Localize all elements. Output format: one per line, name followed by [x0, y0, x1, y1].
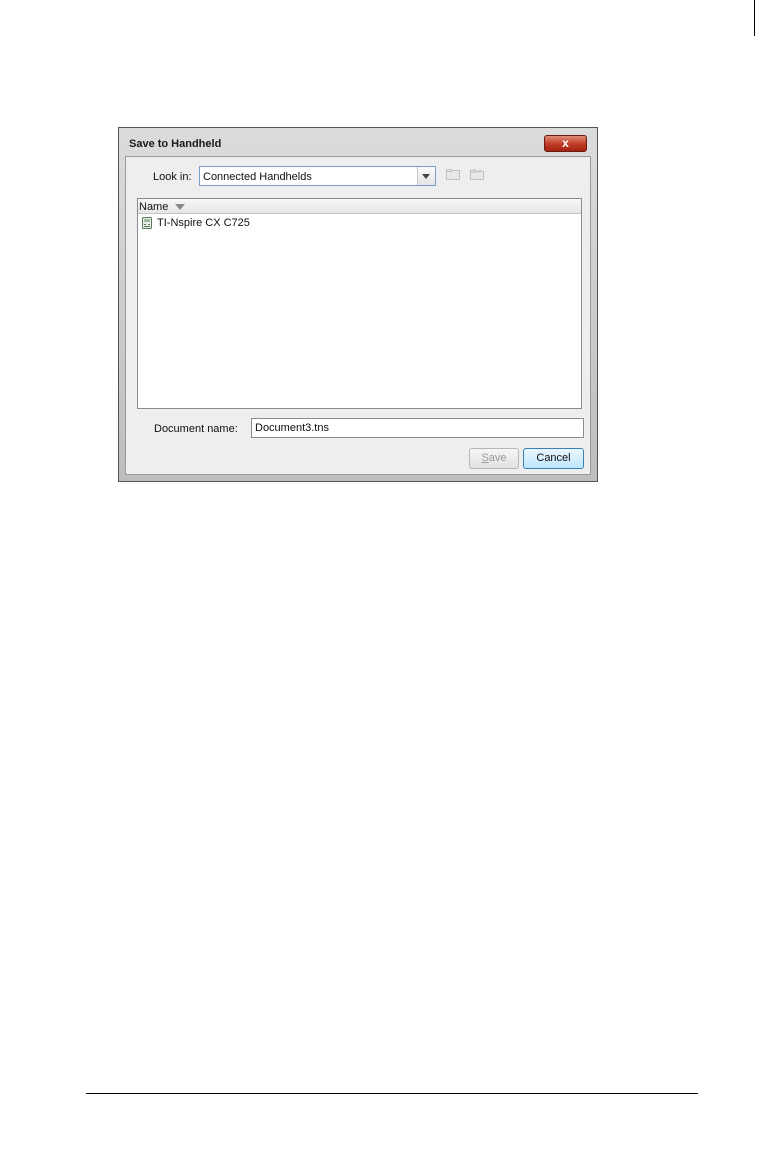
list-item[interactable]: TI-Nspire CX C725 — [138, 215, 581, 231]
look-in-dropdown[interactable]: Connected Handhelds — [199, 166, 436, 186]
save-mnemonic: S — [481, 452, 489, 464]
new-folder-icon[interactable] — [470, 169, 484, 180]
file-list[interactable]: Name TI-Nspire CX C725 — [137, 198, 582, 409]
list-item-label: TI-Nspire CX C725 — [157, 217, 250, 229]
document-name-field[interactable] — [251, 418, 584, 438]
close-button[interactable]: x — [544, 135, 587, 152]
cancel-button[interactable]: Cancel — [523, 448, 584, 469]
close-icon: x — [562, 136, 569, 150]
name-column-label: Name — [139, 201, 169, 213]
sort-descending-icon — [175, 204, 185, 210]
save-label: ave — [488, 452, 507, 464]
up-folder-icon[interactable] — [446, 169, 460, 180]
chevron-down-icon[interactable] — [417, 167, 435, 185]
save-button[interactable]: Save — [469, 448, 519, 469]
document-name-label: Document name: — [154, 423, 238, 435]
look-in-label: Look in: — [153, 171, 192, 183]
dialog-title: Save to Handheld — [129, 138, 222, 150]
save-to-handheld-dialog: Save to Handheld x Look in: Connected Ha… — [118, 127, 598, 482]
name-column-header[interactable]: Name — [138, 199, 581, 214]
dialog-body: Look in: Connected Handhelds Name TI-Nsp… — [125, 156, 591, 475]
handheld-icon — [142, 217, 152, 229]
page-top-rule — [754, 0, 755, 36]
dialog-titlebar[interactable]: Save to Handheld x — [119, 128, 597, 156]
look-in-value: Connected Handhelds — [203, 171, 312, 183]
page-bottom-rule — [86, 1093, 698, 1094]
